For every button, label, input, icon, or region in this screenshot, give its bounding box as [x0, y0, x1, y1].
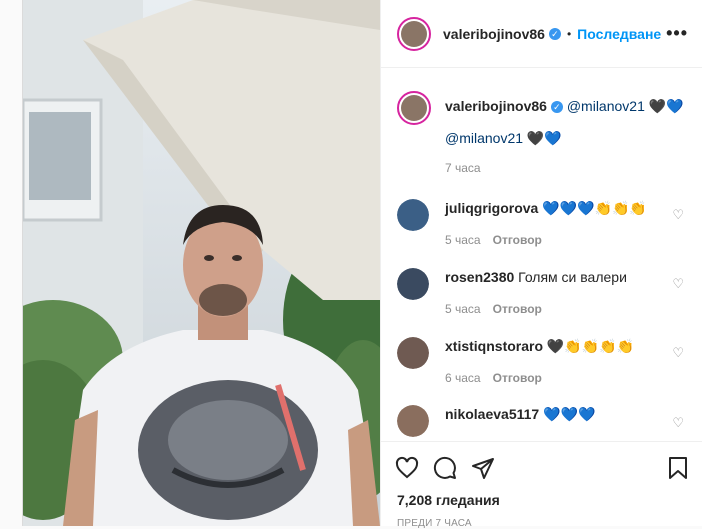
- reply-button[interactable]: Отговор: [493, 233, 542, 247]
- caption-mention[interactable]: @milanov21: [567, 98, 645, 114]
- like-icon[interactable]: [395, 456, 419, 480]
- comment-item: nikolaeva5117 💙💙💙 ♡: [397, 405, 688, 437]
- post-sidebar: valeribojinov86 ✓ • Последване ••• valer…: [380, 0, 702, 529]
- comment-item: rosen2380 Голям си валери 5 часа Отговор …: [397, 268, 688, 318]
- view-count[interactable]: 7,208 гледания: [381, 492, 702, 508]
- comment-time: 6 часа: [445, 371, 481, 385]
- comment-heart-icon[interactable]: ♡: [672, 276, 684, 292]
- comment-heart-icon[interactable]: ♡: [672, 345, 684, 361]
- author-avatar[interactable]: [397, 16, 431, 51]
- caption-emoji-2: 🖤💙: [526, 130, 562, 146]
- comments-list[interactable]: valeribojinov86 ✓ @milanov21 🖤💙 @milanov2…: [381, 69, 702, 441]
- comment-avatar[interactable]: [397, 405, 429, 437]
- caption-mention-2[interactable]: @milanov21: [445, 130, 523, 146]
- post-header: valeribojinov86 ✓ • Последване •••: [381, 0, 702, 68]
- comment-text: Голям си валери: [518, 269, 627, 285]
- comment-heart-icon[interactable]: ♡: [672, 207, 684, 223]
- post-actions: 7,208 гледания ПРЕДИ 7 ЧАСА: [381, 441, 702, 529]
- comment-icon[interactable]: [433, 456, 457, 480]
- comment-avatar[interactable]: [397, 268, 429, 300]
- comment-username[interactable]: rosen2380: [445, 269, 514, 285]
- comment-heart-icon[interactable]: ♡: [672, 415, 684, 431]
- comment-text: 💙💙💙👏👏👏: [542, 200, 647, 216]
- share-icon[interactable]: [471, 456, 495, 480]
- caption-time: 7 часа: [445, 161, 481, 175]
- post-video[interactable]: [23, 0, 380, 526]
- reply-button[interactable]: Отговор: [493, 302, 542, 316]
- caption-avatar[interactable]: [397, 91, 431, 125]
- caption-username[interactable]: valeribojinov86: [445, 98, 547, 114]
- comment-text: 🖤👏👏👏👏: [546, 338, 635, 354]
- comment-username[interactable]: nikolaeva5117: [445, 406, 539, 422]
- comment-item: juliqgrigorova 💙💙💙👏👏👏 5 часа Отговор ♡: [397, 199, 688, 249]
- post-timestamp: ПРЕДИ 7 ЧАСА: [397, 518, 472, 529]
- verified-icon: ✓: [550, 101, 563, 114]
- comment-item: xtistiqnstoraro 🖤👏👏👏👏 6 часа Отговор ♡: [397, 337, 688, 387]
- author-username[interactable]: valeribojinov86: [443, 26, 545, 42]
- post-modal: valeribojinov86 ✓ • Последване ••• valer…: [22, 0, 702, 529]
- caption-emoji: 🖤💙: [648, 98, 684, 114]
- video-frame: [23, 0, 380, 526]
- comment-text: 💙💙💙: [543, 406, 596, 422]
- comment-username[interactable]: xtistiqnstoraro: [445, 338, 543, 354]
- follow-button[interactable]: Последване: [577, 26, 661, 42]
- verified-icon: ✓: [548, 27, 561, 40]
- reply-button[interactable]: Отговор: [493, 371, 542, 385]
- comment-username[interactable]: juliqgrigorova: [445, 200, 538, 216]
- comment-avatar[interactable]: [397, 337, 429, 369]
- more-options-icon[interactable]: •••: [666, 23, 688, 44]
- comment-time: 5 часа: [445, 233, 481, 247]
- header-separator: •: [566, 26, 572, 41]
- save-icon[interactable]: [666, 456, 690, 480]
- comment-time: 5 часа: [445, 302, 481, 316]
- comment-avatar[interactable]: [397, 199, 429, 231]
- caption: valeribojinov86 ✓ @milanov21 🖤💙 @milanov2…: [397, 91, 688, 177]
